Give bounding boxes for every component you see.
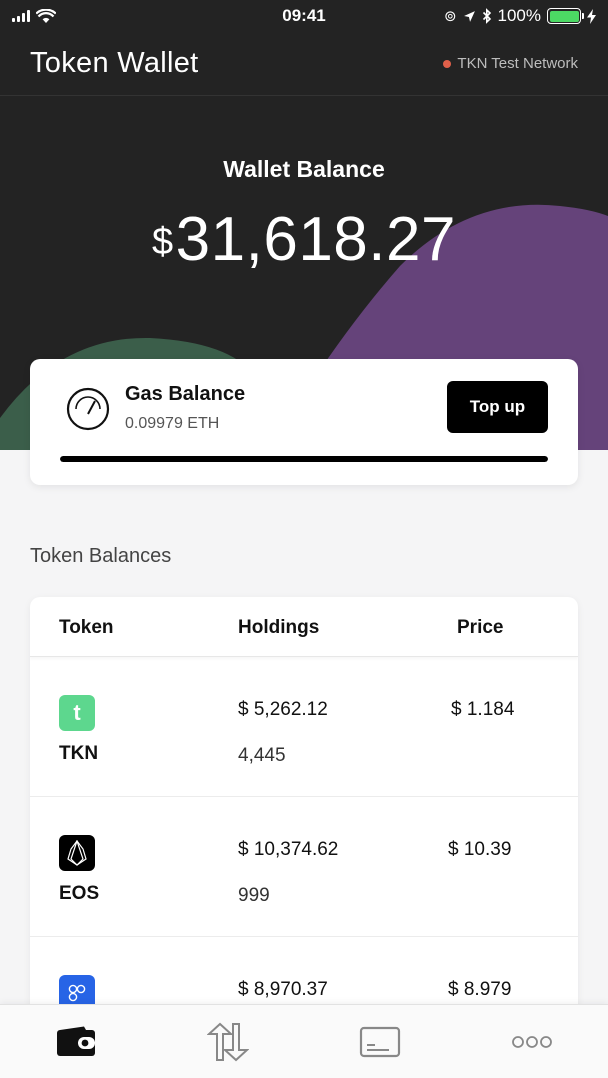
top-up-button[interactable]: Top up (447, 381, 548, 433)
tab-more[interactable] (492, 1012, 572, 1072)
wallet-icon (57, 1026, 95, 1056)
balance-value: 31,618.27 (175, 205, 456, 274)
token-row-tkn[interactable]: t TKN $ 5,262.12 4,445 $ 1.184 (30, 657, 578, 797)
gas-balance-bar (60, 456, 548, 462)
tab-cards[interactable] (340, 1012, 420, 1072)
network-status-icon (443, 59, 452, 68)
wallet-balance-label: Wallet Balance (223, 156, 385, 182)
network-label: TKN Test Network (457, 55, 578, 72)
more-icon (512, 1035, 552, 1048)
currency-symbol: $ (152, 221, 174, 263)
column-header-price: Price (457, 617, 504, 638)
table-header: Token Holdings Price (30, 597, 578, 657)
token-price: $ 10.39 (448, 839, 512, 860)
battery-icon (547, 8, 584, 24)
app-title: Token Wallet (30, 47, 199, 79)
holding-usd: $ 5,262.12 (238, 699, 328, 720)
wallet-balance-amount: $31,618.27 (0, 204, 608, 275)
gas-balance-title: Gas Balance (125, 383, 246, 405)
battery-percent: 100% (497, 6, 541, 25)
column-header-token: Token (59, 617, 114, 638)
gas-balance-card: Gas Balance 0.09979 ETH Top up (30, 359, 578, 485)
token-balances-table: Token Holdings Price t TKN $ 5,262.12 4,… (30, 597, 578, 1017)
orientation-lock-icon: ⊚ (443, 8, 457, 25)
column-header-holdings: Holdings (238, 617, 320, 638)
status-bar: 09:41 ⊚ 100% (0, 0, 608, 32)
status-right: ⊚ 100% (444, 6, 596, 26)
wifi-icon (36, 8, 56, 23)
gas-balance-bar-fill (60, 456, 548, 462)
charging-icon (587, 8, 596, 24)
token-price: $ 8.979 (448, 979, 512, 1000)
gas-balance-value: 0.09979 ETH (125, 415, 220, 432)
tab-wallet[interactable] (36, 1012, 116, 1072)
token-symbol: TKN (59, 743, 99, 764)
tkn-icon: t (59, 695, 95, 731)
holding-amount: 999 (238, 885, 270, 906)
holding-amount: 4,445 (238, 745, 286, 766)
bluetooth-icon (482, 8, 491, 24)
tab-transfer[interactable] (188, 1012, 268, 1072)
location-icon (463, 10, 475, 22)
gauge-icon (66, 387, 110, 431)
token-logo (68, 984, 86, 1002)
status-left (12, 8, 56, 24)
signal-icon (12, 10, 30, 22)
token-price: $ 1.184 (451, 699, 515, 720)
holding-usd: $ 10,374.62 (238, 839, 339, 860)
tab-bar (0, 1004, 608, 1078)
token-row-eos[interactable]: EOS $ 10,374.62 999 $ 10.39 (30, 797, 578, 937)
holding-usd: $ 8,970.37 (238, 979, 328, 1000)
card-icon (359, 1026, 401, 1057)
transfer-icon (207, 1022, 249, 1061)
network-indicator[interactable]: TKN Test Network (443, 55, 578, 72)
token-symbol: EOS (59, 883, 100, 904)
eos-logo (67, 840, 87, 866)
token-balances-title: Token Balances (30, 545, 172, 567)
app-header: Token Wallet TKN Test Network (0, 32, 608, 96)
eos-icon (59, 835, 95, 871)
